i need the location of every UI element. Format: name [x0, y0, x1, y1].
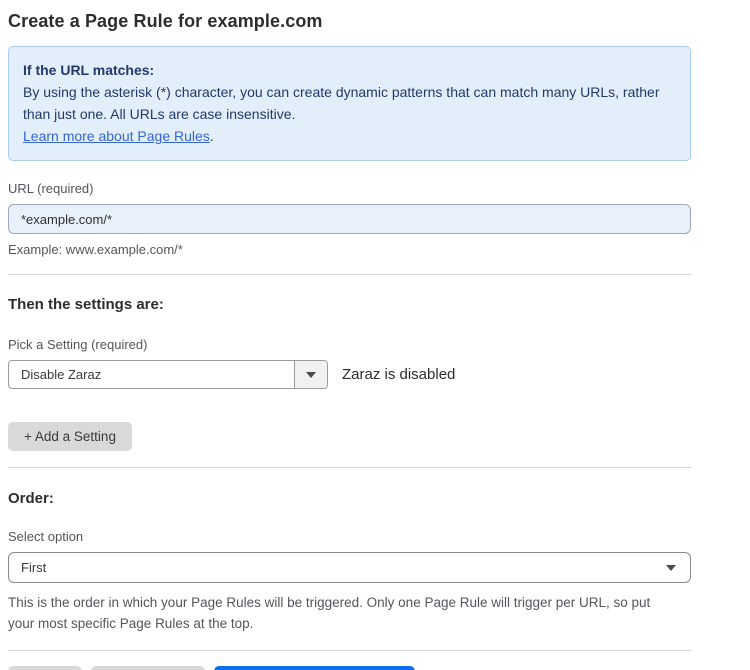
divider [8, 467, 691, 468]
url-input[interactable] [8, 204, 691, 234]
settings-section-heading: Then the settings are: [8, 296, 691, 313]
learn-more-link[interactable]: Learn more about Page Rules [23, 128, 210, 144]
url-match-info-box: If the URL matches: By using the asteris… [8, 46, 691, 161]
page-title: Create a Page Rule for example.com [8, 11, 691, 32]
caret-down-icon [666, 565, 676, 571]
setting-select[interactable]: Disable Zaraz [8, 360, 328, 389]
url-field-label: URL (required) [8, 181, 691, 197]
order-help-text: This is the order in which your Page Rul… [8, 592, 680, 634]
info-box-heading: If the URL matches: [23, 59, 674, 81]
order-select-label: Select option [8, 529, 691, 545]
cancel-button[interactable]: Cancel [8, 666, 82, 670]
url-example-text: Example: www.example.com/* [8, 242, 691, 258]
order-select[interactable]: First [8, 552, 691, 583]
page-rule-form: Create a Page Rule for example.com If th… [8, 11, 691, 670]
info-box-body: By using the asterisk (*) character, you… [23, 81, 671, 125]
link-period: . [210, 128, 214, 144]
save-and-deploy-button[interactable]: Save and Deploy Page Rule [214, 666, 416, 670]
setting-select-value: Disable Zaraz [9, 361, 294, 388]
order-section-heading: Order: [8, 490, 691, 507]
action-buttons-row: Cancel Save as Draft Save and Deploy Pag… [8, 666, 691, 670]
setting-picker-label: Pick a Setting (required) [8, 337, 691, 353]
caret-down-icon [306, 372, 316, 378]
setting-row: Disable Zaraz Zaraz is disabled [8, 360, 691, 389]
setting-status-text: Zaraz is disabled [342, 366, 455, 383]
setting-select-arrow-button[interactable] [294, 361, 327, 388]
add-setting-button[interactable]: + Add a Setting [8, 422, 132, 451]
order-select-value: First [21, 560, 46, 575]
info-box-link-line: Learn more about Page Rules. [23, 125, 674, 147]
divider [8, 650, 691, 651]
save-as-draft-button[interactable]: Save as Draft [91, 666, 205, 670]
divider [8, 274, 691, 275]
